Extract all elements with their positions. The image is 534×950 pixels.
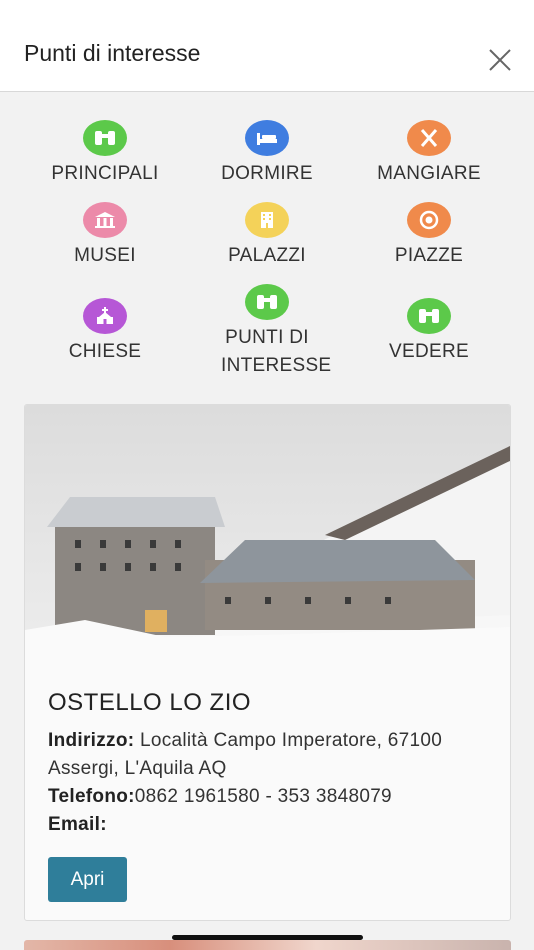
category-punti-di-interesse[interactable]: PUNTI DI INTERESSE: [186, 284, 348, 380]
category-label: PIAZZE: [394, 245, 464, 266]
category-mangiare[interactable]: MANGIARE: [348, 120, 510, 188]
close-button[interactable]: [488, 48, 512, 72]
address-row: Indirizzo: Località Campo Imperatore, 67…: [48, 727, 488, 783]
phone-row: Telefono:0862 1961580 - 353 3848079: [48, 783, 488, 811]
church-icon: [83, 298, 127, 334]
poi-title: OSTELLO LO ZIO: [48, 689, 252, 716]
category-palazzi[interactable]: PALAZZI: [186, 202, 348, 270]
page-title: Punti di interesse: [24, 40, 201, 66]
museum-icon: [83, 202, 127, 238]
binoculars-icon: [83, 120, 127, 156]
email-label: Email:: [48, 814, 107, 835]
poi-card: OSTELLO LO ZIO Indirizzo: Località Campo…: [24, 404, 511, 921]
category-label: CHIESE: [68, 341, 142, 362]
category-musei[interactable]: MUSEI: [24, 202, 186, 270]
building-icon: [245, 202, 289, 238]
utensils-icon: [407, 120, 451, 156]
address-label: Indirizzo:: [48, 730, 135, 751]
phone-label: Telefono:: [48, 786, 135, 807]
poi-info: Indirizzo: Località Campo Imperatore, 67…: [48, 727, 488, 839]
target-icon: [407, 202, 451, 238]
category-principali[interactable]: PRINCIPALI: [24, 120, 186, 188]
bed-icon: [245, 120, 289, 156]
home-indicator[interactable]: [172, 935, 363, 940]
category-piazze[interactable]: PIAZZE: [348, 202, 510, 270]
category-label: PUNTI DI INTERESSE: [221, 327, 332, 376]
category-label: DORMIRE: [221, 163, 313, 184]
category-vedere[interactable]: VEDERE: [348, 298, 510, 366]
category-label: MUSEI: [74, 245, 136, 266]
category-chiese[interactable]: CHIESE: [24, 298, 186, 366]
binoculars-icon: [245, 284, 289, 320]
close-icon: [489, 49, 511, 71]
category-label: PRINCIPALI: [51, 163, 159, 184]
phone-value[interactable]: 0862 1961580 - 353 3848079: [135, 786, 392, 807]
category-label: PALAZZI: [228, 245, 306, 266]
category-label: VEDERE: [389, 341, 469, 362]
binoculars-icon: [407, 298, 451, 334]
poi-photo: [25, 405, 510, 671]
open-button[interactable]: Apri: [48, 857, 127, 902]
next-card-preview: [24, 940, 511, 950]
category-label: MANGIARE: [377, 163, 481, 184]
app-header: Punti di interesse: [0, 0, 534, 92]
category-dormire[interactable]: DORMIRE: [186, 120, 348, 188]
email-row: Email:: [48, 811, 488, 839]
